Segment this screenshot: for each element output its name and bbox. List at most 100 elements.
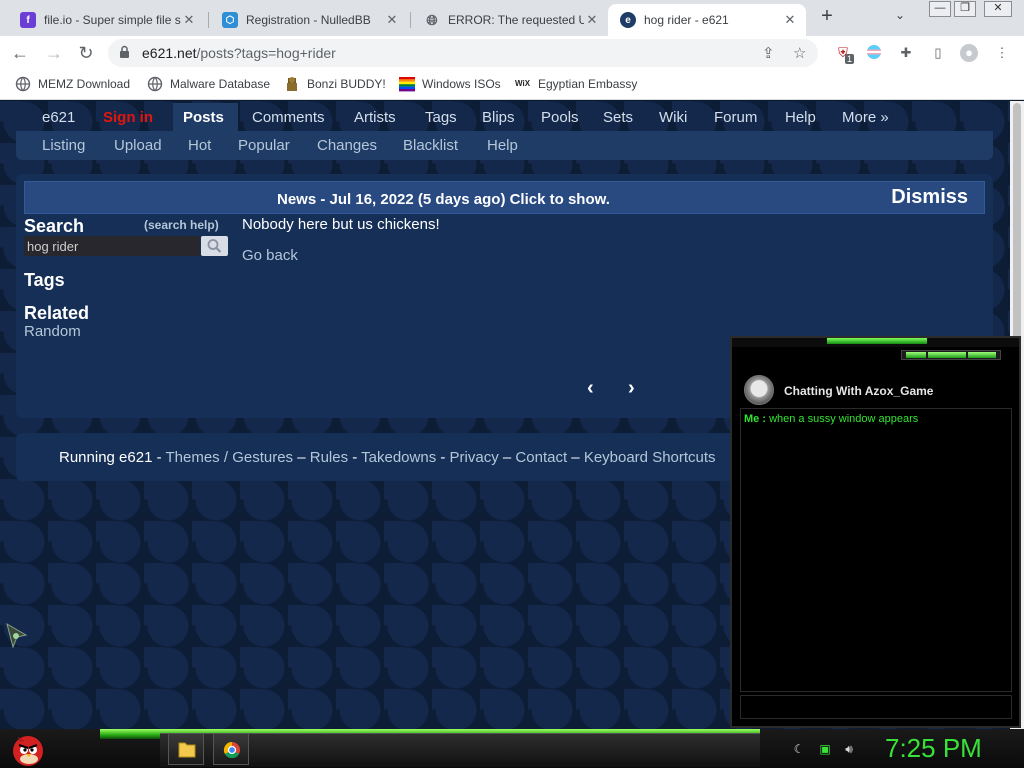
side-panel-icon[interactable]: ▯ <box>929 44 947 62</box>
start-button-angry-bird-icon[interactable] <box>8 729 48 768</box>
close-tab-icon[interactable]: ✕ <box>181 12 197 28</box>
nav-sets[interactable]: Sets <box>603 109 633 126</box>
taskbar-clock[interactable]: 7:25 PM <box>885 733 982 764</box>
footer-gestures[interactable]: Gestures <box>232 449 293 466</box>
subnav-popular[interactable]: Popular <box>238 137 290 154</box>
bookmark-label: Windows ISOs <box>422 77 501 91</box>
subnav-changes[interactable]: Changes <box>317 137 377 154</box>
random-link[interactable]: Random <box>24 323 81 340</box>
tab-title: hog rider - e621 <box>644 13 729 27</box>
nav-more[interactable]: More » <box>842 109 889 126</box>
bookmark-memz-download[interactable]: MEMZ Download <box>15 76 130 92</box>
nav-blips[interactable]: Blips <box>482 109 515 126</box>
moon-tray-icon[interactable]: ☾ <box>792 742 806 756</box>
address-bar[interactable]: e621.net/posts?tags=hog+rider ⇪ ☆ <box>108 39 818 67</box>
nav-wiki[interactable]: Wiki <box>659 109 687 126</box>
nav-comments[interactable]: Comments <box>252 109 325 126</box>
trans-flag-extension-icon[interactable] <box>865 44 883 62</box>
close-window-button[interactable]: ✕ <box>984 1 1012 17</box>
chat-minimize-button[interactable] <box>906 352 926 358</box>
chat-close-button[interactable] <box>968 352 996 358</box>
subnav-upload[interactable]: Upload <box>114 137 162 154</box>
extensions-puzzle-icon[interactable]: ✚ <box>897 44 915 62</box>
chat-window-controls[interactable] <box>901 350 1001 360</box>
file-explorer-taskbar-button[interactable] <box>168 733 204 765</box>
search-help-link[interactable]: (search help) <box>144 218 219 232</box>
new-tab-button[interactable]: + <box>816 6 838 28</box>
close-tab-icon[interactable]: ✕ <box>584 12 600 28</box>
nav-tags[interactable]: Tags <box>425 109 457 126</box>
nav-posts[interactable]: Posts <box>183 109 224 126</box>
bookmark-label: Malware Database <box>170 77 271 91</box>
footer-running: Running e621 <box>59 449 153 466</box>
tab-e621[interactable]: e hog rider - e621 ✕ <box>608 4 806 36</box>
nav-help[interactable]: Help <box>785 109 816 126</box>
subnav-blacklist[interactable]: Blacklist <box>403 137 458 154</box>
chrome-taskbar-button[interactable] <box>213 733 249 765</box>
volume-tray-icon[interactable]: 🔊︎ <box>842 742 856 756</box>
sub-nav: Listing Upload Hot Popular Changes Black… <box>16 131 993 160</box>
chat-window[interactable]: Chatting With Azox_Game Me : when a suss… <box>730 336 1021 728</box>
message-text: when a sussy window appears <box>769 413 919 425</box>
search-input[interactable] <box>24 236 200 256</box>
nav-sign-in[interactable]: Sign in <box>103 109 153 126</box>
profile-avatar-icon[interactable]: ● <box>960 44 978 62</box>
url-text: e621.net/posts?tags=hog+rider <box>142 45 336 61</box>
search-input-wrap[interactable] <box>24 236 200 256</box>
reload-button[interactable]: ↻ <box>74 41 98 65</box>
chat-input[interactable] <box>740 695 1012 719</box>
chat-top-glow <box>827 338 927 344</box>
close-tab-icon[interactable]: ✕ <box>782 12 798 28</box>
chat-maximize-button[interactable] <box>928 352 966 358</box>
tab-file-io[interactable]: f file.io - Super simple file sharing ✕ <box>8 4 205 36</box>
bookmark-malware-database[interactable]: Malware Database <box>147 76 270 92</box>
footer-contact[interactable]: Contact <box>515 449 567 466</box>
bookmarks-bar: MEMZ Download Malware Database Bonzi BUD… <box>0 70 1024 100</box>
nav-e621[interactable]: e621 <box>42 109 75 126</box>
forward-button[interactable]: → <box>42 41 66 65</box>
empty-results-message: Nobody here but us chickens! <box>242 216 440 233</box>
bookmark-windows-isos[interactable]: Windows ISOs <box>399 76 501 92</box>
globe-icon <box>147 76 163 92</box>
subnav-help[interactable]: Help <box>487 137 518 154</box>
go-back-link[interactable]: Go back <box>242 247 298 264</box>
nav-forum[interactable]: Forum <box>714 109 757 126</box>
prev-page-button[interactable]: ‹ <box>587 377 594 400</box>
dismiss-button[interactable]: Dismiss <box>891 186 968 209</box>
chat-title: Chatting With Azox_Game <box>784 384 934 398</box>
subnav-listing[interactable]: Listing <box>42 137 85 154</box>
search-icon <box>207 239 222 253</box>
minimize-button[interactable]: — <box>929 1 951 17</box>
tab-nulledbb[interactable]: ⬡ Registration - NulledBB ✕ <box>210 4 408 36</box>
news-banner[interactable]: News - Jul 16, 2022 (5 days ago) Click t… <box>24 181 985 214</box>
footer-rules[interactable]: Rules <box>310 449 348 466</box>
bookmark-egyptian-embassy[interactable]: WiX Egyptian Embassy <box>515 76 637 92</box>
tab-search-icon[interactable]: ⌄ <box>895 8 905 22</box>
footer-privacy[interactable]: Privacy <box>450 449 499 466</box>
nav-pools[interactable]: Pools <box>541 109 579 126</box>
bookmark-label: Bonzi BUDDY! <box>307 77 386 91</box>
globe-icon: 🌐︎ <box>426 11 438 28</box>
bookmark-star-icon[interactable]: ☆ <box>793 44 806 62</box>
footer-keyboard-shortcuts[interactable]: Keyboard Shortcuts <box>584 449 716 466</box>
tab-title: file.io - Super simple file sharing <box>44 13 181 27</box>
nav-artists[interactable]: Artists <box>354 109 396 126</box>
subnav-hot[interactable]: Hot <box>188 137 211 154</box>
contact-avatar <box>744 375 774 405</box>
footer-themes[interactable]: Themes <box>165 449 219 466</box>
tab-error[interactable]: 🌐︎ ERROR: The requested URL could not be… <box>412 4 608 36</box>
next-page-button[interactable]: › <box>628 377 635 400</box>
lock-icon <box>120 45 129 58</box>
network-tray-icon[interactable]: ▣ <box>818 742 832 756</box>
kebab-menu-icon[interactable]: ⋮ <box>993 44 1011 62</box>
maximize-button[interactable]: ❐ <box>954 1 976 17</box>
search-button[interactable] <box>201 236 228 256</box>
share-icon[interactable]: ⇪ <box>762 44 775 62</box>
back-button[interactable]: ← <box>8 41 32 65</box>
taskbar-bar <box>160 733 760 767</box>
footer-takedowns[interactable]: Takedowns <box>361 449 436 466</box>
close-tab-icon[interactable]: ✕ <box>384 12 400 28</box>
search-heading: Search <box>24 216 85 236</box>
news-text[interactable]: News - Jul 16, 2022 (5 days ago) Click t… <box>277 191 610 208</box>
bookmark-bonzi-buddy[interactable]: Bonzi BUDDY! <box>284 76 386 92</box>
